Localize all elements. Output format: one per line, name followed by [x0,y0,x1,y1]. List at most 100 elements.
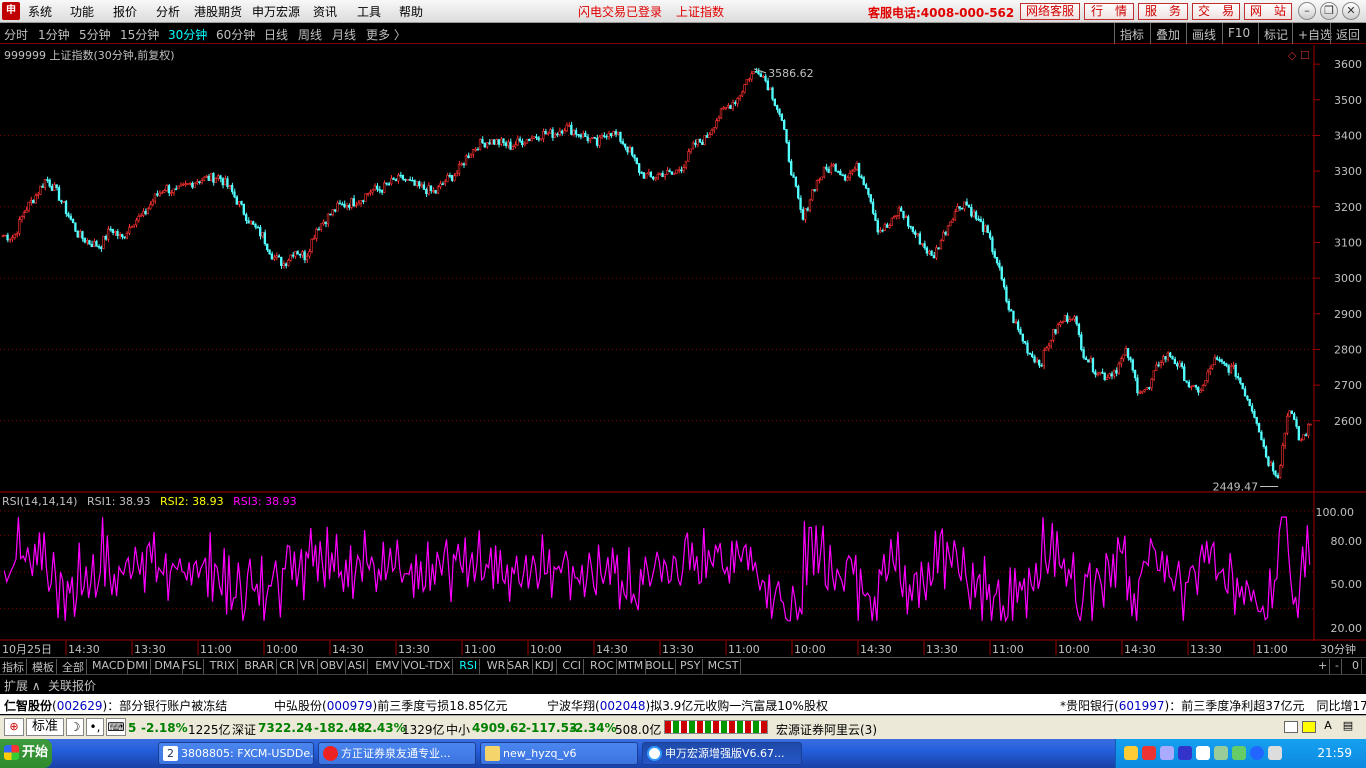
candlestick-chart[interactable]: 999999 上证指数(30分钟,前复权) 2600 2700 2800 2900 30… [0,45,1366,493]
indicator-tab-cr[interactable]: CR [277,659,298,674]
draw-line-button[interactable]: 画线 [1186,23,1221,44]
online-service-button[interactable]: 网络客服 [1020,3,1080,20]
tray-app-icon[interactable] [1178,746,1192,760]
tray-update-icon[interactable] [1232,746,1246,760]
zoom-in-button[interactable]: + [1316,659,1331,674]
indicator-tab-fsl[interactable]: FSL [180,659,205,674]
market-button[interactable]: 行 情 [1084,3,1134,20]
back-button[interactable]: 返回 [1330,23,1365,44]
punctuation-icon[interactable]: •, [86,718,104,736]
tray-flag-icon[interactable] [1142,746,1156,760]
task-swhy[interactable]: 申万宏源增强版V6.67... [642,742,802,765]
tray-ime-icon[interactable] [1124,746,1138,760]
settings-icon[interactable]: ▤ [1340,719,1356,735]
moon-icon[interactable]: ☽ [66,718,84,736]
bluetooth-icon[interactable] [1250,746,1264,760]
rsi-chart[interactable]: RSI(14,14,14) RSI1: 38.93 RSI2: 38.93 RS… [0,493,1366,641]
period-weekly[interactable]: 周线 [298,26,322,43]
candle-body [537,137,540,141]
sz-name[interactable]: 深证 [232,721,256,738]
task-fxcm[interactable]: 2 3808805: FXCM-USDDe... [158,742,314,765]
service-button[interactable]: 服 务 [1138,3,1188,20]
indicator-tab-macd[interactable]: MACD [90,659,128,674]
tray-shield-icon[interactable] [1214,746,1228,760]
indicator-tab-psy[interactable]: PSY [678,659,704,674]
indicator-tab-roc[interactable]: ROC [588,659,617,674]
login-status[interactable]: 闪电交易已登录 [578,3,662,20]
indicator-tab-boll[interactable]: BOLL [643,659,677,674]
restore-icon[interactable]: ❐ [1320,2,1338,20]
alert-icon[interactable] [1302,721,1316,733]
website-button[interactable]: 网 站 [1244,3,1292,20]
clock[interactable]: 21:59 [1317,746,1352,760]
overlay-button[interactable]: 叠加 [1150,23,1185,44]
indicator-tab-mcst[interactable]: MCST [706,659,742,674]
indicator-tab-kdj[interactable]: KDJ [533,659,557,674]
indicator-tab[interactable]: 指标 [0,659,27,674]
period-monthly[interactable]: 月线 [332,26,356,43]
menu-tools[interactable]: 工具 [357,3,381,20]
index-name-link[interactable]: 上证指数 [676,3,724,20]
indicator-tab-sar[interactable]: SAR [505,659,533,674]
news-ticker[interactable]: 仁智股份(002629)：部分银行账户被冻结 中弘股份(000979)前三季度亏… [0,694,1366,714]
indicator-tab-emv[interactable]: EMV [373,659,403,674]
indicator-tab-voltdx[interactable]: VOL-TDX [401,659,454,674]
start-button[interactable]: 开始 [0,739,52,768]
menu-function[interactable]: 功能 [70,3,94,20]
indicator-tab-rsi[interactable]: RSI [457,659,481,674]
indicator-tab-vr[interactable]: VR [298,659,318,674]
indicator-button[interactable]: 指标 [1114,23,1149,44]
period-15min[interactable]: 15分钟 [120,26,159,43]
menu-swhy[interactable]: 申万宏源 [252,3,300,20]
menu-system[interactable]: 系统 [28,3,52,20]
period-tick[interactable]: 分时 [4,26,28,43]
indicator-tab-obv[interactable]: OBV [318,659,347,674]
indicator-tab-mtm[interactable]: MTM [616,659,647,674]
trade-button[interactable]: 交 易 [1192,3,1240,20]
close-icon[interactable]: ✕ [1342,2,1360,20]
indicator-tab[interactable]: 模板 [30,659,57,674]
indicator-tab-trix[interactable]: TRIX [208,659,238,674]
zx-name[interactable]: 中小 [446,721,470,738]
minimize-icon[interactable]: – [1298,2,1316,20]
broker-server[interactable]: 宏源证券阿里云(3) [776,721,877,738]
reset-button[interactable]: 0 [1350,659,1362,674]
ticker-item[interactable]: *贵阳银行(601997)：前三季度净利超37亿元 同比增17 [1060,697,1366,714]
indicator-tab-brar[interactable]: BRAR [242,659,278,674]
ticker-item[interactable]: 仁智股份(002629)：部分银行账户被冻结 [4,697,227,714]
indicator-tab-asi[interactable]: ASI [346,659,369,674]
f10-button[interactable]: F10 [1222,23,1255,44]
menu-quote[interactable]: 报价 [113,3,137,20]
period-5min[interactable]: 5分钟 [79,26,111,43]
chart-options-icon[interactable]: ◇ ☐ [1288,49,1310,62]
keyboard-icon[interactable]: ⌨ [106,718,126,736]
menu-help[interactable]: 帮助 [399,3,423,20]
expand-button[interactable]: 扩展 ∧ [4,677,41,694]
menu-news[interactable]: 资讯 [313,3,337,20]
window-icon[interactable] [1284,721,1298,733]
period-more[interactable]: 更多 〉 [366,26,406,43]
globe-icon[interactable]: ⊕ [4,718,24,736]
menu-hk-futures[interactable]: 港股期货 [194,3,242,20]
input-mode-button[interactable]: 标准 [26,718,64,736]
period-60min[interactable]: 60分钟 [216,26,255,43]
zoom-out-button[interactable]: - [1333,659,1342,674]
menu-analysis[interactable]: 分析 [156,3,180,20]
mark-button[interactable]: 标记 [1258,23,1293,44]
indicator-tab-dmi[interactable]: DMI [125,659,152,674]
task-founder[interactable]: 方正证券泉友通专业... [318,742,476,765]
tray-network-icon[interactable] [1160,746,1174,760]
related-quote-button[interactable]: 关联报价 [48,677,96,694]
volume-icon[interactable] [1268,746,1282,760]
ab-icon[interactable]: A [1320,719,1336,735]
ticker-item[interactable]: 中弘股份(000979)前三季度亏损18.85亿元 [274,697,508,714]
indicator-tab[interactable]: 全部 [60,659,87,674]
indicator-tab-cci[interactable]: CCI [560,659,584,674]
period-daily[interactable]: 日线 [264,26,288,43]
task-folder[interactable]: new_hyzq_v6 [480,742,638,765]
tray-antivirus-icon[interactable] [1196,746,1210,760]
period-30min[interactable]: 30分钟 [168,26,207,43]
period-1min[interactable]: 1分钟 [38,26,70,43]
indicator-tab-dma[interactable]: DMA [152,659,183,674]
ticker-item[interactable]: 宁波华翔(002048)拟3.9亿元收购一汽富晟10%股权 [547,697,828,714]
